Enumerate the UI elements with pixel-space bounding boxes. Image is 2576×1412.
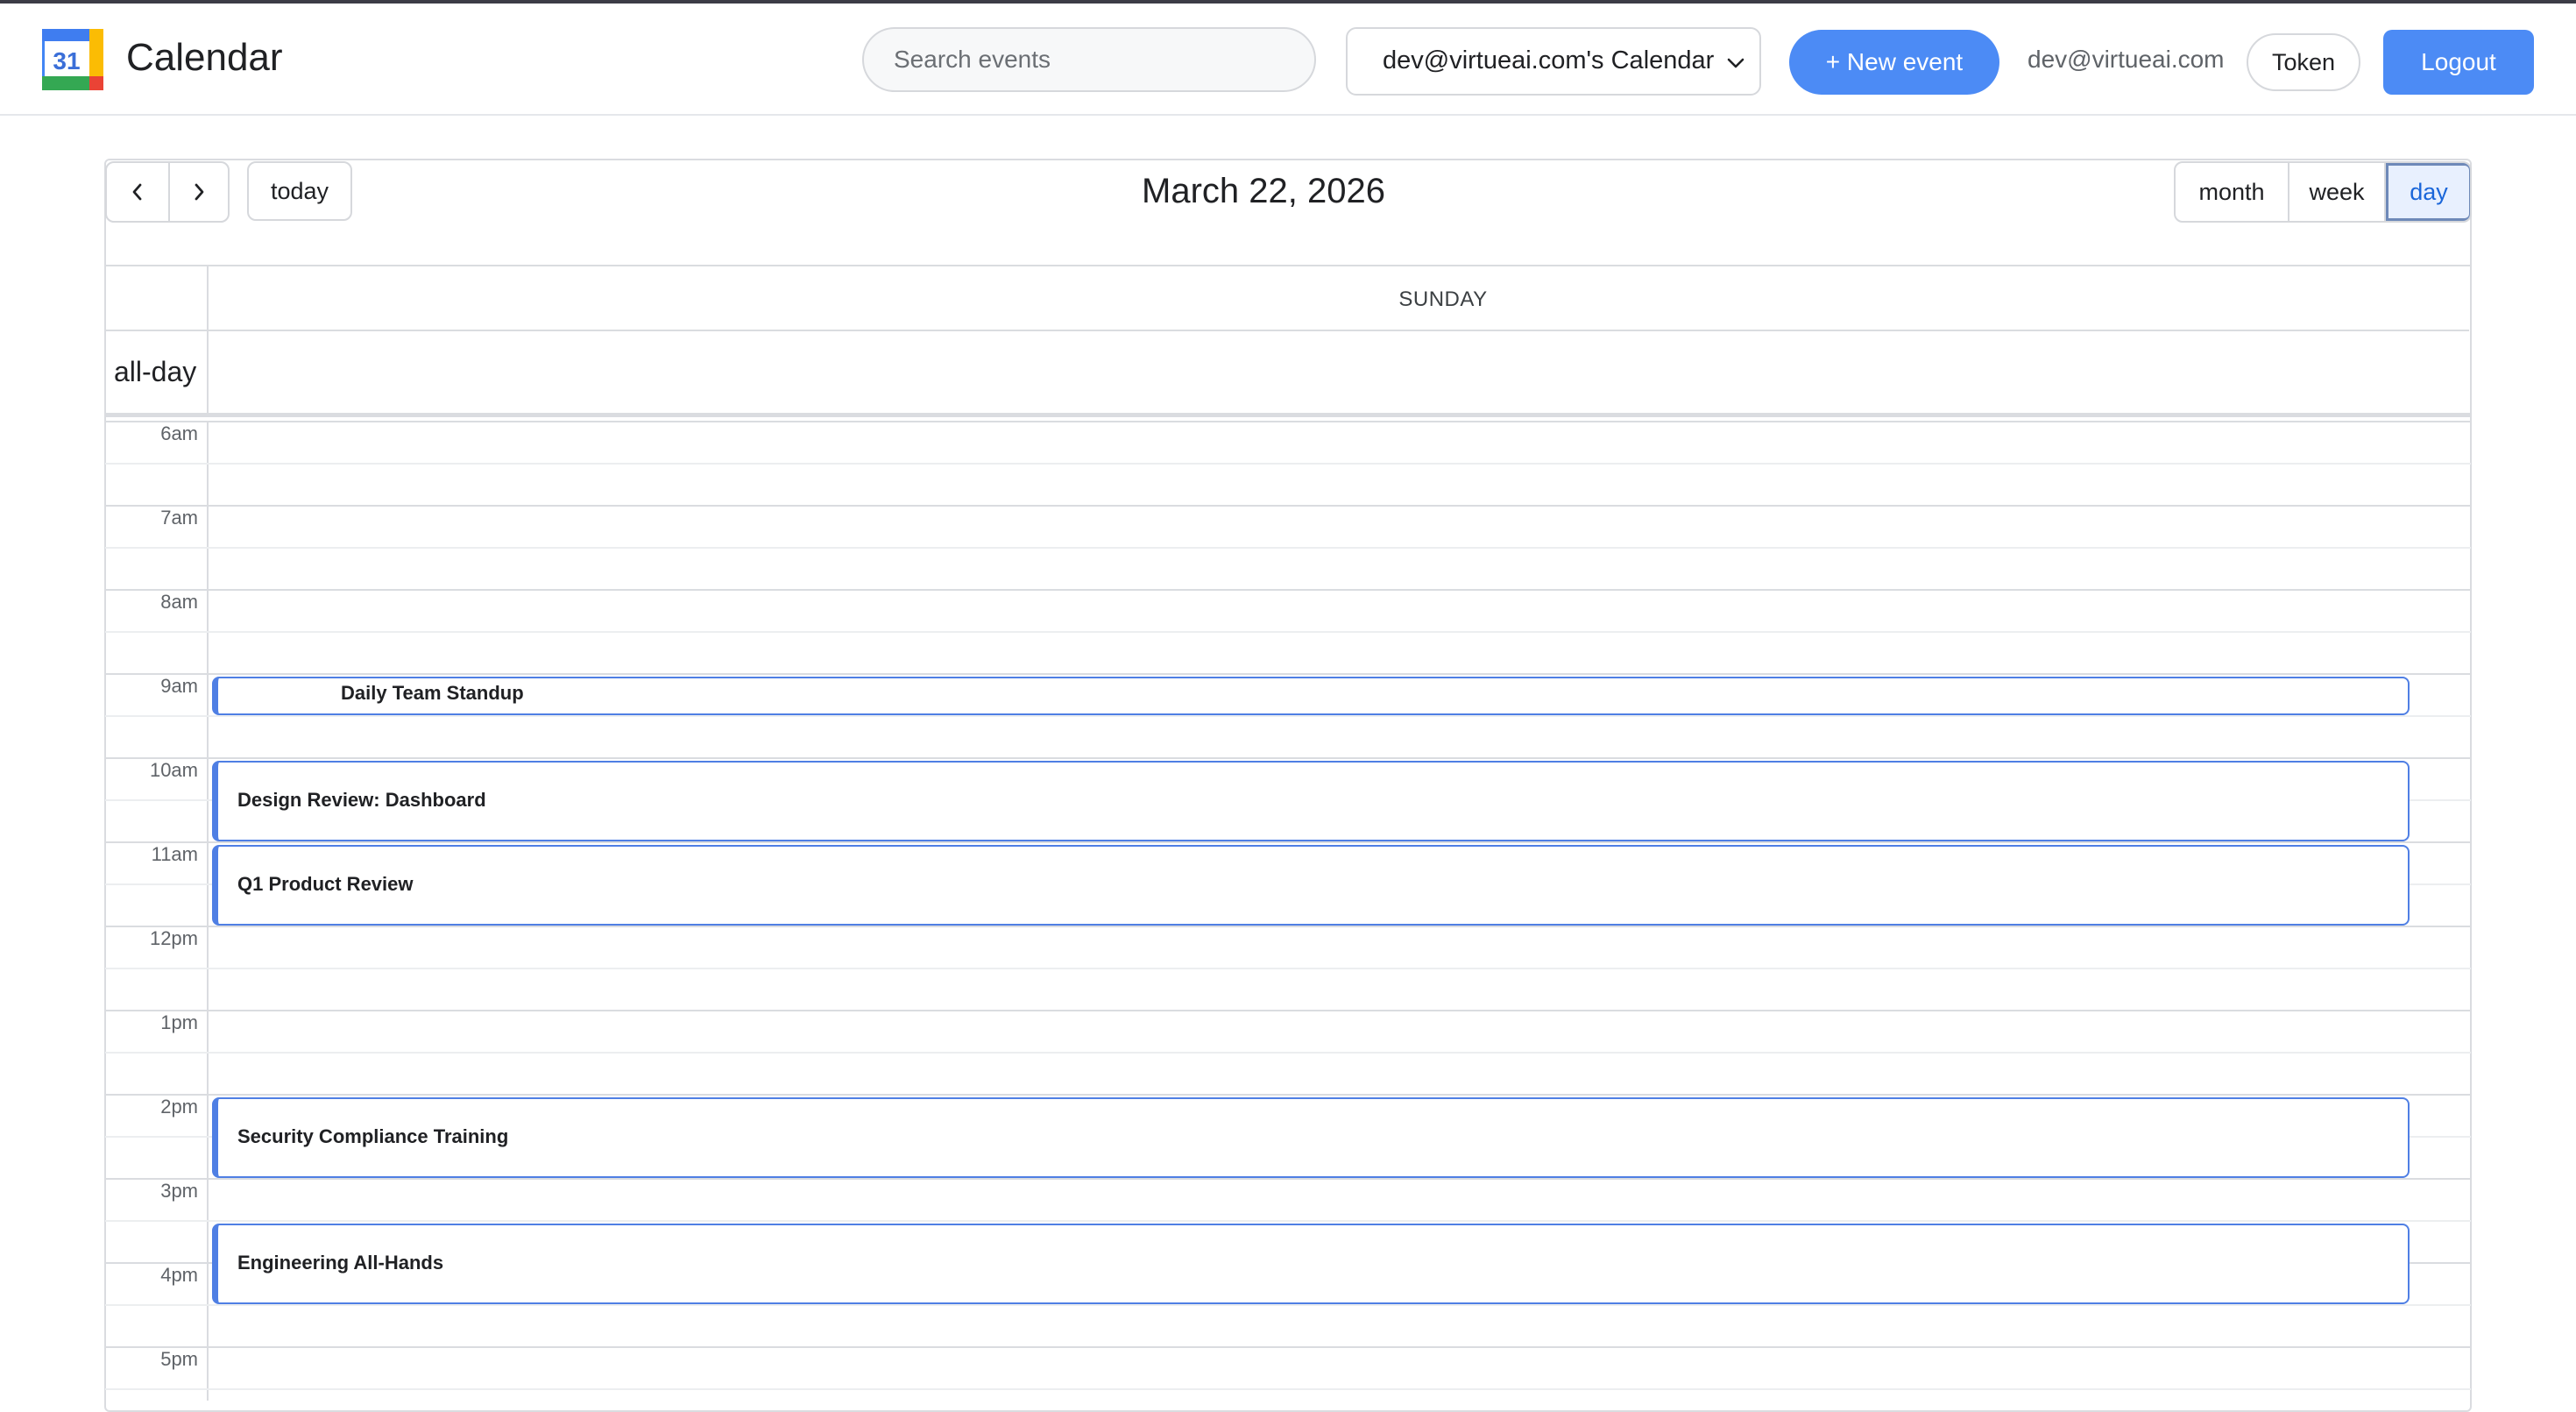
hour-line: [105, 757, 2471, 759]
event-title: Security Compliance Training: [237, 1125, 509, 1147]
calendar-selector[interactable]: dev@virtueai.com's Calendar: [1346, 27, 1761, 96]
hour-line: [105, 1010, 2471, 1011]
calendar-selector-label: dev@virtueai.com's Calendar: [1383, 46, 1715, 75]
app-title: Calendar: [126, 36, 283, 79]
new-event-button[interactable]: + New event: [1789, 30, 1999, 95]
hour-line: [105, 673, 2471, 675]
user-email: dev@virtueai.com: [2028, 46, 2225, 73]
half-hour-line: [105, 463, 2471, 465]
half-hour-line: [105, 547, 2471, 549]
search-input[interactable]: [862, 27, 1316, 92]
hour-label: 9am: [160, 675, 198, 697]
hour-label: 2pm: [160, 1096, 198, 1118]
hour-label: 6am: [160, 422, 198, 444]
half-hour-line: [105, 1052, 2471, 1054]
hour-label: 7am: [160, 507, 198, 529]
hour-label: 1pm: [160, 1011, 198, 1033]
svg-text:31: 31: [53, 47, 80, 75]
event-title: Engineering All-Hands: [237, 1252, 444, 1274]
day-header: SUNDAY all-day: [105, 265, 2471, 417]
date-nav-group: [105, 161, 230, 223]
event-block[interactable]: Engineering All-Hands: [212, 1224, 2410, 1304]
half-hour-line: [105, 715, 2471, 717]
hour-line: [105, 926, 2471, 927]
half-hour-line: [105, 1304, 2471, 1306]
current-date-title: March 22, 2026: [1142, 172, 1385, 210]
hour-line: [105, 841, 2471, 843]
app-header: 31 Calendar dev@virtueai.com's Calendar …: [0, 4, 2576, 116]
view-week-button[interactable]: week: [2289, 163, 2386, 221]
hour-line: [105, 1094, 2471, 1096]
view-switcher: month week day: [2174, 161, 2472, 223]
view-month-button[interactable]: month: [2176, 163, 2289, 221]
half-hour-line: [105, 968, 2471, 969]
header-gutter: [105, 266, 209, 413]
next-button[interactable]: [168, 163, 230, 221]
prev-button[interactable]: [107, 163, 170, 221]
half-hour-line: [105, 1388, 2471, 1390]
hour-label: 8am: [160, 591, 198, 613]
event-title: Q1 Product Review: [237, 873, 414, 895]
event-title: Daily Team Standup: [341, 682, 524, 704]
hour-label: 5pm: [160, 1348, 198, 1370]
view-day-button[interactable]: day: [2386, 163, 2470, 221]
calendar-logo-icon: 31: [42, 29, 103, 90]
hour-label: 10am: [149, 759, 198, 781]
event-title: Design Review: Dashboard: [237, 789, 486, 811]
allday-label: all-day: [114, 356, 197, 387]
hour-line: [105, 421, 2471, 422]
today-button[interactable]: today: [247, 161, 352, 221]
allday-divider: [105, 330, 2469, 331]
chevron-right-icon: [195, 183, 204, 201]
hour-line: [105, 1346, 2471, 1348]
token-button[interactable]: Token: [2247, 33, 2360, 91]
hour-label: 11am: [151, 843, 198, 865]
hour-label: 3pm: [160, 1180, 198, 1202]
hour-line: [105, 505, 2471, 507]
hour-label: 12pm: [149, 927, 198, 949]
event-block[interactable]: Daily Team Standup: [212, 677, 2410, 715]
hour-line: [105, 1178, 2471, 1180]
event-block[interactable]: Design Review: Dashboard: [212, 761, 2410, 841]
chevron-left-icon: [132, 183, 142, 201]
event-block[interactable]: Q1 Product Review: [212, 845, 2410, 926]
chevron-down-icon: [1727, 58, 1744, 68]
time-gutter-divider: [207, 421, 209, 1401]
hour-label: 4pm: [160, 1264, 198, 1286]
logout-button[interactable]: Logout: [2383, 30, 2534, 95]
day-column-header: SUNDAY: [1398, 287, 1488, 311]
half-hour-line: [105, 1220, 2471, 1222]
hour-line: [105, 589, 2471, 591]
time-grid[interactable]: 6am 7am 8am 9am 10am 11am 12pm 1pm 2pm 3pm 4pm 5pm D…: [105, 421, 2471, 1401]
half-hour-line: [105, 631, 2471, 633]
event-block[interactable]: Security Compliance Training: [212, 1097, 2410, 1178]
